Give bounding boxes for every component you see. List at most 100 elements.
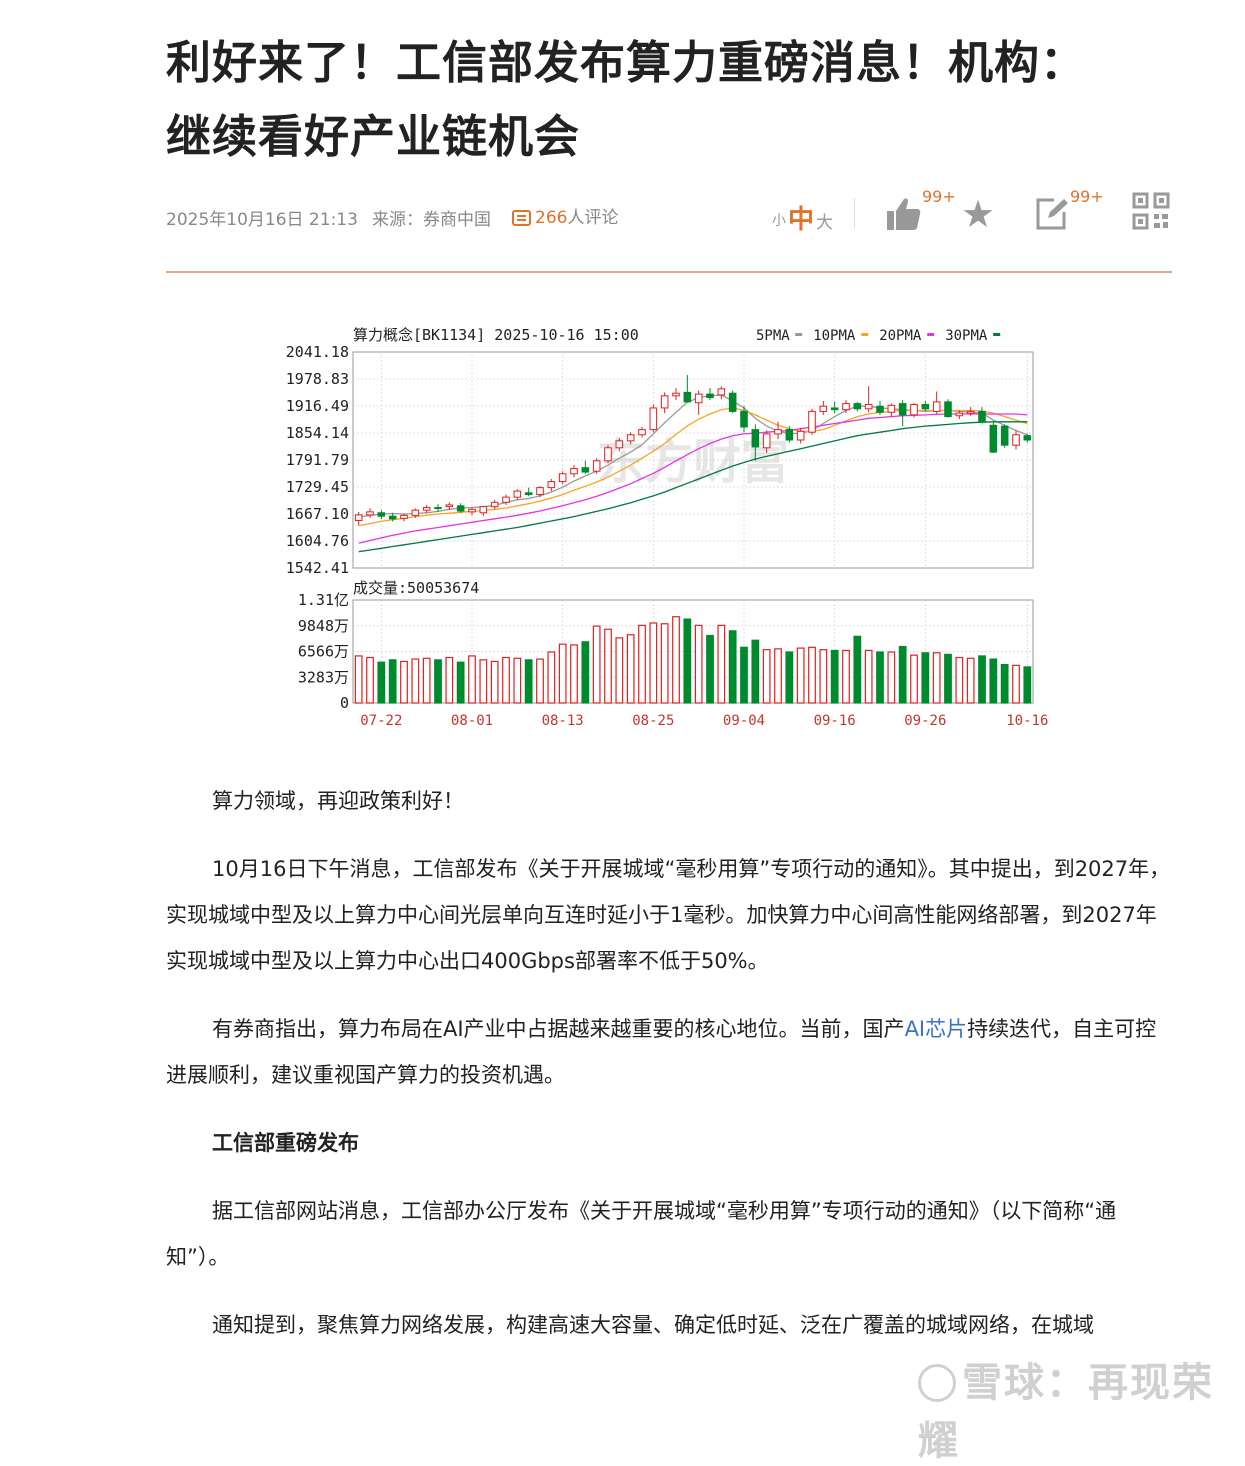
price-tick-label: 1542.41 (286, 559, 349, 577)
body-paragraph: 有券商指出，算力布局在AI产业中占据越来越重要的核心地位。当前，国产AI芯片持续… (166, 1006, 1172, 1098)
volume-bar (989, 658, 998, 704)
volume-bar (774, 648, 782, 704)
candle-body (592, 460, 601, 472)
volume-bar (1000, 663, 1009, 704)
volume-bar (955, 656, 964, 704)
x-tick-label: 08-01 (451, 713, 493, 729)
candle-body (422, 507, 431, 511)
volume-tick-label: 3283万 (298, 668, 349, 686)
volume-bar (604, 628, 612, 704)
candle-body (944, 401, 952, 418)
candle-body (638, 429, 646, 436)
volume-bar (638, 624, 646, 704)
volume-bar (910, 654, 918, 704)
candle-body (774, 429, 782, 435)
candle-body (853, 403, 862, 410)
x-tick-label: 09-16 (814, 713, 856, 729)
volume-bar (706, 634, 714, 704)
volume-bar (740, 646, 748, 704)
price-tick-label: 1916.49 (286, 397, 349, 415)
publish-date: 2025年10月16日 21:13 (166, 210, 358, 230)
volume-bar (728, 630, 737, 704)
comments-label: 人评论 (567, 208, 619, 228)
volume-bar (524, 659, 533, 704)
font-big-button[interactable]: 大 (816, 208, 833, 233)
candle-body (796, 430, 805, 441)
price-tick-label: 1604.76 (286, 532, 349, 550)
candle (1000, 424, 1009, 448)
volume-bar (694, 624, 703, 704)
candle-body (456, 505, 465, 512)
candle-body (604, 447, 612, 462)
volume-bar (456, 661, 465, 704)
volume-bar (672, 616, 680, 704)
candle-body (910, 403, 918, 416)
volume-bar (921, 652, 930, 704)
kline-chart: 算力概念[BK1134] 2025-10-16 15:00 5PMA 10PMA 20… (286, 326, 1048, 729)
font-small-button[interactable]: 小 (772, 210, 786, 230)
candle-body (626, 434, 635, 442)
x-tick-label: 10-16 (1006, 713, 1048, 729)
ai-chip-link[interactable]: AI芯片 (905, 1017, 968, 1041)
x-tick-label: 08-13 (542, 713, 584, 729)
volume-bar (411, 658, 420, 704)
volume-bar (1012, 664, 1020, 704)
paragraph-text: 有券商指出，算力布局在AI产业中占据越来越重要的核心地位。当前，国产 (212, 1017, 905, 1041)
volume-bar (853, 635, 862, 704)
snowball-logo-icon (918, 1364, 956, 1402)
candle-body (966, 410, 975, 414)
candle-body (434, 507, 442, 510)
volume-bar (434, 659, 442, 704)
legend-swatch (927, 333, 935, 336)
font-mid-button[interactable]: 中 (788, 199, 814, 236)
candle-body (524, 492, 533, 496)
comments-link[interactable]: 266人评论 (512, 203, 618, 228)
candle-body (445, 504, 454, 508)
article-body: 算力领域，再迎政策利好！ 10月16日下午消息，工信部发布《关于开展城域“毫秒用算… (166, 778, 1172, 1370)
candle-body (513, 490, 522, 498)
candle (808, 408, 816, 435)
volume-bar (626, 634, 635, 704)
candle-body (649, 407, 658, 431)
volume-bar (479, 659, 488, 704)
site-watermark: 雪球：再现荣耀 (918, 1350, 1245, 1466)
volume-bar (558, 643, 567, 704)
volume-bar (490, 660, 499, 704)
candle-body (706, 393, 714, 399)
title-line-2: 继续看好产业链机会 (166, 110, 581, 163)
candle-body (740, 410, 748, 428)
qr-code-icon[interactable] (1132, 192, 1170, 230)
volume-bar (966, 657, 975, 704)
candle-body (366, 511, 374, 516)
volume-bar (570, 644, 578, 704)
volume-bar (808, 646, 816, 704)
volume-bar (944, 653, 952, 704)
like-count: 99+ (922, 187, 956, 206)
star-icon[interactable]: ★ (961, 192, 995, 236)
chart-title: 算力概念[BK1134] 2025-10-16 15:00 (353, 326, 639, 344)
thumbs-up-icon[interactable] (884, 194, 924, 234)
candle-body (751, 429, 760, 448)
candle-body (921, 403, 930, 410)
candle-body (558, 473, 567, 483)
candle-body (411, 509, 420, 516)
volume-bar (683, 618, 692, 704)
candle-body (955, 412, 964, 417)
candle-body (978, 410, 986, 423)
candle-body (581, 467, 590, 473)
volume-bar (830, 649, 839, 704)
candle-body (354, 514, 363, 522)
volume-bar (649, 622, 658, 704)
candle-body (377, 512, 386, 517)
candle-body (547, 481, 556, 489)
candle-body (728, 392, 737, 412)
candle-body (762, 433, 771, 449)
candle-body (388, 515, 397, 520)
candle (910, 402, 918, 418)
volume-bar (717, 624, 726, 704)
body-paragraph: 算力领域，再迎政策利好！ (212, 789, 464, 813)
edit-count: 99+ (1070, 187, 1104, 206)
volume-bar (354, 655, 363, 704)
edit-icon[interactable] (1034, 196, 1070, 232)
volume-bar (978, 655, 986, 704)
